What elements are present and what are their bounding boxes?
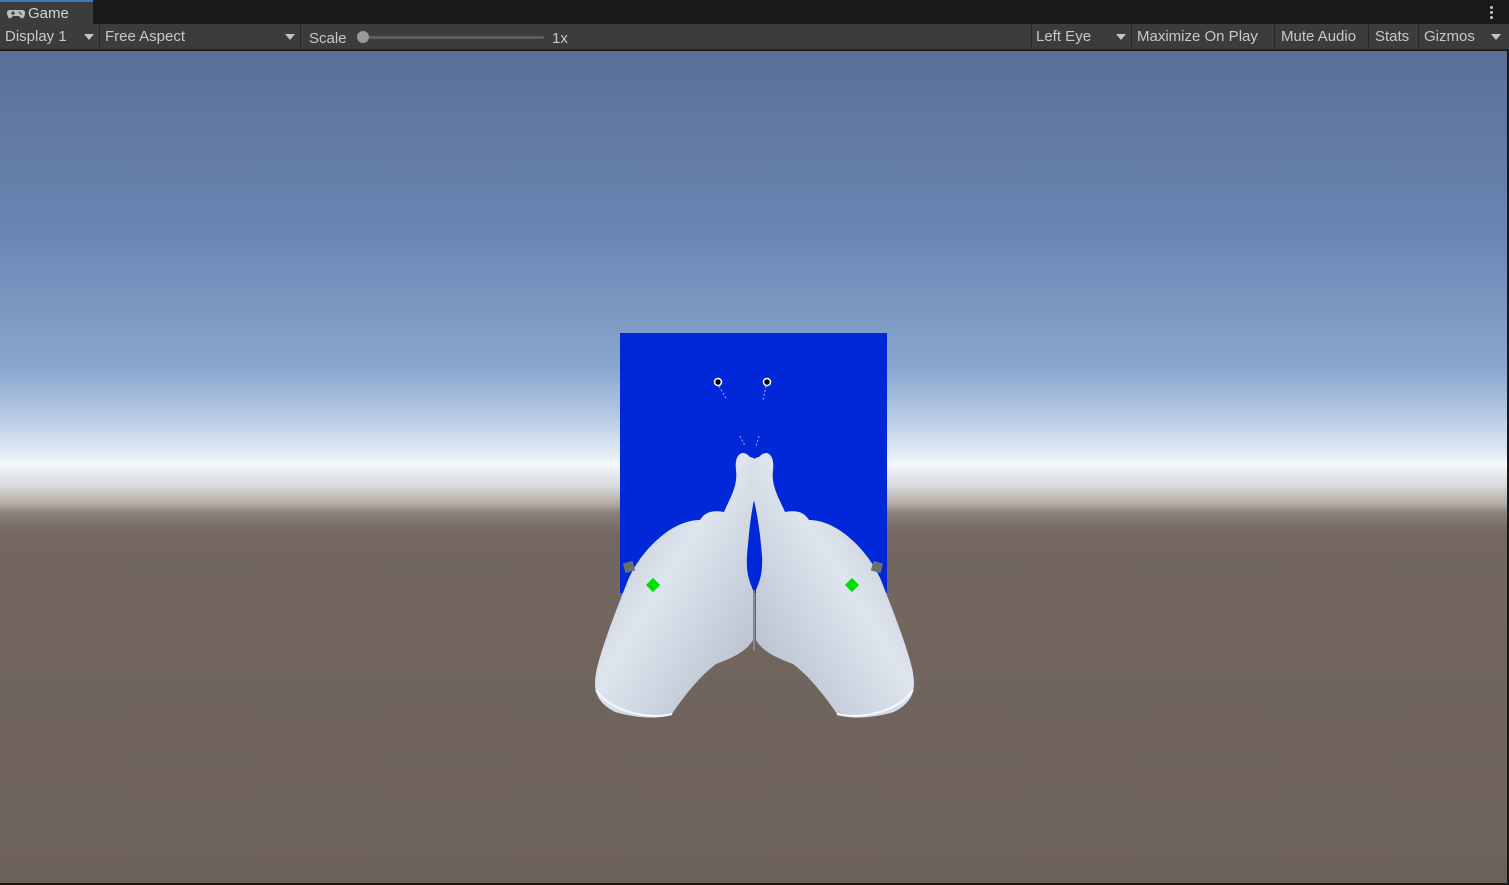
scale-value: 1x	[552, 30, 568, 47]
kebab-menu-icon[interactable]	[1483, 3, 1499, 21]
scale-slider-thumb[interactable]	[357, 31, 369, 43]
scale-label: Scale	[309, 30, 347, 47]
aspect-dropdown-label: Free Aspect	[105, 28, 186, 45]
mute-audio-toggle[interactable]: Mute Audio	[1275, 24, 1368, 49]
gizmos-dropdown[interactable]	[1486, 24, 1509, 49]
display-dropdown[interactable]: Display 1	[0, 24, 99, 49]
stats-toggle[interactable]: Stats	[1369, 24, 1418, 49]
game-viewport[interactable]	[0, 51, 1509, 883]
tab-strip: Game	[0, 0, 1509, 24]
tab-game[interactable]: Game	[0, 0, 93, 24]
eye-dropdown[interactable]: Left Eye	[1032, 24, 1131, 49]
tab-game-label: Game	[28, 4, 69, 22]
display-dropdown-label: Display 1	[5, 28, 67, 45]
unity-game-window: Game Display 1 Free Aspect Scale 1x Left…	[0, 0, 1509, 885]
toolbar-divider	[300, 24, 301, 49]
chevron-down-icon	[1116, 34, 1126, 40]
gamepad-icon	[6, 7, 26, 19]
aspect-dropdown[interactable]: Free Aspect	[100, 24, 300, 49]
gizmos-toggle[interactable]: Gizmos	[1419, 24, 1486, 49]
maximize-on-play-toggle[interactable]: Maximize On Play	[1132, 24, 1274, 49]
chevron-down-icon	[84, 34, 94, 40]
scale-slider-track[interactable]	[363, 36, 544, 39]
chevron-down-icon	[285, 34, 295, 40]
chevron-down-icon	[1491, 34, 1501, 40]
eye-dropdown-label: Left Eye	[1036, 28, 1092, 45]
scene-render	[595, 333, 914, 718]
game-toolbar: Display 1 Free Aspect Scale 1x Left Eye …	[0, 24, 1509, 50]
